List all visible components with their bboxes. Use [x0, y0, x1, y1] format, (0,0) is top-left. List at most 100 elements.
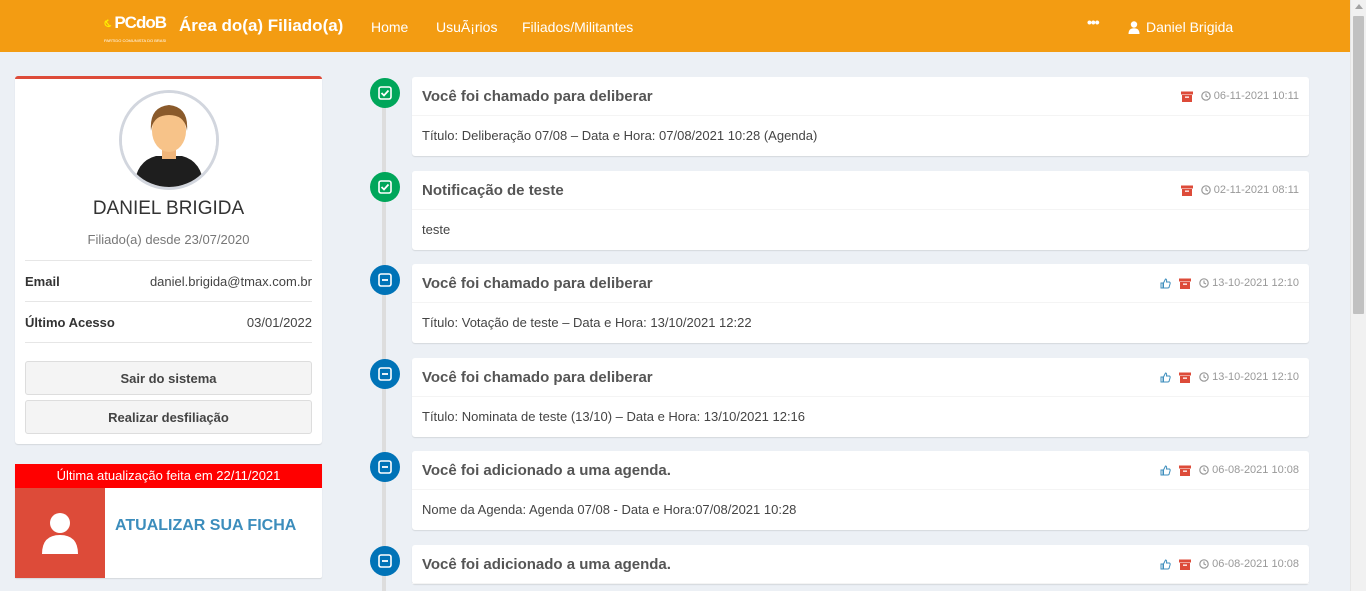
- timeline-item-body: Título: Deliberação 07/08 – Data e Hora:…: [422, 128, 818, 143]
- logo-subtitle: PARTIDO COMUNISTA DO BRASIL: [104, 38, 166, 43]
- archive-icon[interactable]: [1179, 465, 1192, 476]
- archive-icon[interactable]: [1180, 91, 1193, 102]
- timeline-item-body: teste: [422, 222, 451, 237]
- top-navbar: PCdoB PARTIDO COMUNISTA DO BRASIL Área d…: [0, 0, 1350, 52]
- clock-icon: [1200, 91, 1211, 101]
- update-icon-box: [15, 488, 105, 578]
- timeline-status-badge: [370, 172, 400, 202]
- timeline-item-body: Título: Votação de teste – Data e Hora: …: [422, 315, 752, 330]
- timeline-item-meta: 02-11-2021 08:11: [1180, 184, 1299, 196]
- timeline-status-badge: [370, 265, 400, 295]
- timeline-item-title: Você foi adicionado a uma agenda.: [422, 556, 671, 573]
- timeline-item: Você foi chamado para deliberar 06-11-202…: [412, 77, 1309, 156]
- scroll-thumb[interactable]: [1353, 16, 1364, 314]
- user-icon: [42, 513, 78, 554]
- timeline-item: Notificação de teste 02-11-2021 08:11 test…: [412, 171, 1309, 250]
- timeline-item-title: Você foi adicionado a uma agenda.: [422, 462, 671, 479]
- timestamp: 06-08-2021 10:08: [1199, 558, 1299, 570]
- thumbs-up-icon[interactable]: [1160, 371, 1171, 383]
- timestamp: 13-10-2021 12:10: [1199, 371, 1299, 383]
- user-menu[interactable]: Daniel Brigida: [1128, 19, 1233, 35]
- timestamp-text: 02-11-2021 08:11: [1213, 184, 1299, 196]
- archive-icon[interactable]: [1180, 185, 1193, 196]
- thumbs-up-icon[interactable]: [1160, 464, 1171, 476]
- app-title[interactable]: Área do(a) Filiado(a): [179, 16, 343, 36]
- email-row: Email daniel.brigida@tmax.com.br: [25, 260, 312, 301]
- nav-users[interactable]: UsuÃ¡rios: [436, 19, 497, 35]
- timestamp: 13-10-2021 12:10: [1199, 277, 1299, 289]
- timeline-item: Você foi chamado para deliberar 13-10-202…: [412, 358, 1309, 437]
- timeline-status-badge: [370, 78, 400, 108]
- page-scrollbar[interactable]: [1350, 0, 1366, 591]
- timeline-item-meta: 06-08-2021 10:08: [1160, 464, 1299, 476]
- minus-square-icon: [378, 460, 392, 474]
- minus-square-icon: [378, 554, 392, 568]
- timeline-item-header: Você foi chamado para deliberar 13-10-202…: [412, 264, 1309, 303]
- profile-name: DANIEL BRIGIDA: [92, 198, 245, 219]
- check-square-icon: [378, 86, 392, 100]
- timestamp: 06-08-2021 10:08: [1199, 464, 1299, 476]
- timeline-item-header: Você foi adicionado a uma agenda. 06-08-2…: [412, 451, 1309, 490]
- timeline-item-meta: 13-10-2021 12:10: [1160, 277, 1299, 289]
- timestamp-text: 13-10-2021 12:10: [1212, 371, 1299, 383]
- timeline-item-body: Nome da Agenda: Agenda 07/08 - Data e Ho…: [422, 502, 797, 517]
- timeline-item: Você foi adicionado a uma agenda. 06-08-2…: [412, 451, 1309, 530]
- profile-since: Filiado(a) desde 23/07/2020: [87, 232, 250, 247]
- timeline-line: [382, 90, 386, 591]
- hammer-sickle-icon: [104, 19, 112, 28]
- timeline-status-badge: [370, 546, 400, 576]
- timeline-item-header: Você foi adicionado a uma agenda. 06-08-2…: [412, 545, 1309, 584]
- timeline-item-meta: 13-10-2021 12:10: [1160, 371, 1299, 383]
- thumbs-up-icon[interactable]: [1160, 558, 1171, 570]
- minus-square-icon: [378, 273, 392, 287]
- clock-icon: [1199, 559, 1209, 569]
- clock-icon: [1200, 185, 1211, 195]
- last-update-header: Última atualização feita em 22/11/2021: [15, 464, 322, 488]
- email-value: daniel.brigida@tmax.com.br: [149, 273, 312, 289]
- update-card[interactable]: Última atualização feita em 22/11/2021 A…: [15, 464, 322, 578]
- timestamp-text: 13-10-2021 12:10: [1212, 277, 1299, 289]
- timestamp-text: 06-11-2021 10:11: [1213, 90, 1299, 102]
- pcdob-logo[interactable]: PCdoB PARTIDO COMUNISTA DO BRASIL: [104, 13, 167, 44]
- timeline-item-title: Você foi chamado para deliberar: [422, 369, 653, 386]
- timeline-item-header: Você foi chamado para deliberar 13-10-202…: [412, 358, 1309, 397]
- email-label: Email: [25, 273, 60, 289]
- timeline-item-header: Você foi chamado para deliberar 06-11-202…: [412, 77, 1309, 116]
- timeline-item-meta: 06-11-2021 10:11: [1180, 90, 1299, 102]
- thumbs-up-icon[interactable]: [1160, 277, 1171, 289]
- avatar: [119, 90, 219, 190]
- nav-affiliates[interactable]: Filiados/Militantes: [522, 19, 633, 35]
- nav-home[interactable]: Home: [371, 19, 408, 35]
- archive-icon[interactable]: [1179, 372, 1192, 383]
- logo-text: PCdoB: [114, 13, 167, 32]
- timeline-item-title: Você foi chamado para deliberar: [422, 88, 653, 105]
- more-dots-icon[interactable]: •••: [1087, 14, 1100, 30]
- user-icon: [1128, 20, 1140, 34]
- timeline-item-title: Você foi chamado para deliberar: [422, 275, 653, 292]
- logout-button[interactable]: Sair do sistema: [25, 361, 312, 395]
- clock-icon: [1199, 372, 1209, 382]
- user-name: Daniel Brigida: [1146, 19, 1234, 35]
- update-profile-link[interactable]: ATUALIZAR SUA FICHA: [115, 517, 296, 535]
- last-access-label: Último Acesso: [25, 314, 115, 330]
- archive-icon[interactable]: [1179, 559, 1192, 570]
- profile-card: DANIEL BRIGIDA Filiado(a) desde 23/07/20…: [15, 76, 322, 444]
- timeline-status-badge: [370, 359, 400, 389]
- timestamp: 02-11-2021 08:11: [1200, 184, 1299, 196]
- timestamp-text: 06-08-2021 10:08: [1212, 558, 1299, 570]
- last-access-row: Último Acesso 03/01/2022: [25, 301, 312, 342]
- unaffiliate-button[interactable]: Realizar desfiliação: [25, 400, 312, 434]
- check-square-icon: [378, 180, 392, 194]
- scroll-up-arrow-icon[interactable]: [1355, 4, 1363, 9]
- timestamp-text: 06-08-2021 10:08: [1212, 464, 1299, 476]
- timeline-item: Você foi adicionado a uma agenda. 06-08-2…: [412, 545, 1309, 584]
- timeline-item-header: Notificação de teste 02-11-2021 08:11: [412, 171, 1309, 210]
- minus-square-icon: [378, 367, 392, 381]
- divider: [25, 342, 312, 343]
- timeline-item-body: Título: Nominata de teste (13/10) – Data…: [422, 409, 806, 424]
- timeline-item-title: Notificação de teste: [422, 182, 564, 199]
- last-access-value: 03/01/2022: [246, 314, 312, 330]
- timeline-item-meta: 06-08-2021 10:08: [1160, 558, 1299, 570]
- archive-icon[interactable]: [1179, 278, 1192, 289]
- timestamp: 06-11-2021 10:11: [1200, 90, 1299, 102]
